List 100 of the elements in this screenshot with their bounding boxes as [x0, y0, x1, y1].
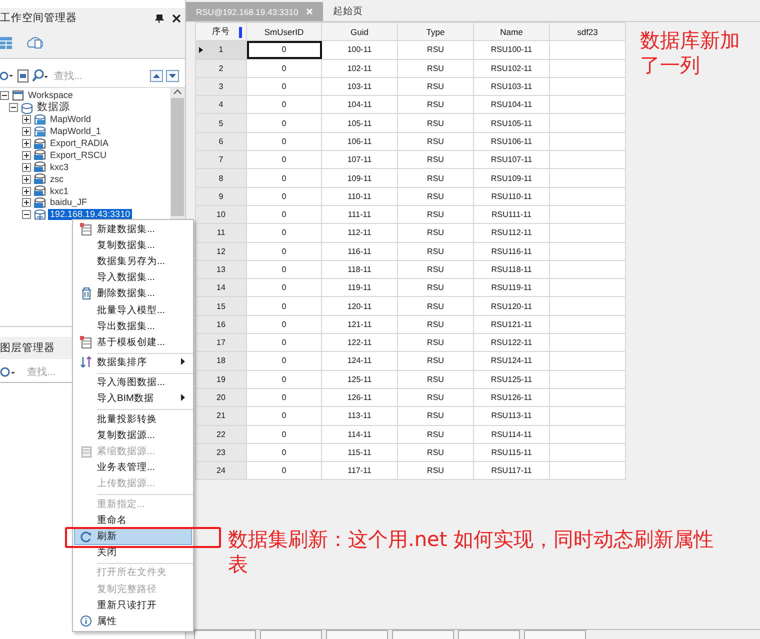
- menu-item[interactable]: 基于模板创建...: [74, 334, 192, 350]
- menu-item[interactable]: 批量导入模型...: [74, 302, 192, 318]
- menu-item[interactable]: 删除数据集...: [74, 286, 192, 302]
- menu-item[interactable]: 数据集另存为...: [74, 253, 192, 270]
- menu-item[interactable]: 导入BIM数据: [74, 390, 192, 408]
- tree-item[interactable]: MapWorld: [48, 114, 93, 126]
- document-icon[interactable]: [17, 69, 29, 83]
- table-cell: RSU: [398, 205, 474, 224]
- table-icon[interactable]: [0, 35, 13, 51]
- row-header[interactable]: 8: [196, 168, 246, 188]
- tree-item[interactable]: MapWorld_1: [48, 126, 103, 138]
- expand-icon[interactable]: [22, 150, 31, 160]
- expand-icon[interactable]: [22, 139, 31, 148]
- search-icon[interactable]: [32, 69, 49, 83]
- menu-item[interactable]: 导入海图数据...: [74, 374, 192, 391]
- search-field[interactable]: 查找...: [25, 366, 69, 378]
- scrollbar-thumb[interactable]: [171, 98, 184, 216]
- submenu-arrow-icon: [181, 394, 185, 402]
- row-header[interactable]: 24: [196, 462, 246, 480]
- expand-icon[interactable]: [22, 198, 31, 208]
- arrow-up-icon[interactable]: [150, 70, 163, 82]
- table-cell: RSU: [398, 114, 474, 132]
- table-cell: 112-11: [322, 224, 398, 242]
- info-icon: [80, 614, 92, 628]
- column-header[interactable]: Guid: [322, 22, 398, 41]
- expand-icon[interactable]: [22, 174, 31, 184]
- database-icon: [34, 185, 46, 198]
- row-header[interactable]: 22: [196, 425, 246, 444]
- dropdown-icon[interactable]: [0, 69, 14, 83]
- row-header[interactable]: 18: [196, 352, 246, 370]
- menu-item[interactable]: 业务表管理...: [74, 460, 192, 476]
- row-header[interactable]: 19: [196, 370, 246, 388]
- document-tab[interactable]: 起始页: [323, 2, 374, 21]
- row-header[interactable]: 2: [196, 59, 246, 78]
- collapse-icon[interactable]: [9, 103, 18, 112]
- row-header[interactable]: 20: [196, 388, 246, 407]
- table-cell: RSU125-11: [474, 370, 550, 388]
- cloud-icon[interactable]: [27, 35, 43, 51]
- tree-item[interactable]: kxc1: [48, 186, 71, 197]
- menu-item[interactable]: 复制数据集...: [74, 237, 192, 254]
- menu-item[interactable]: 刷新: [74, 528, 192, 545]
- row-header[interactable]: 23: [196, 443, 246, 462]
- table-cell: RSU120-11: [474, 296, 550, 316]
- column-header[interactable]: 序号: [196, 22, 246, 41]
- row-header[interactable]: 1: [196, 40, 246, 60]
- row-header[interactable]: 6: [196, 132, 246, 151]
- menu-item[interactable]: 批量投影转换: [74, 411, 192, 428]
- table-cell: 0: [246, 168, 322, 188]
- row-header[interactable]: 4: [196, 96, 246, 114]
- table-cell: 0: [246, 388, 322, 407]
- menu-item[interactable]: 属性: [74, 613, 192, 630]
- menu-item[interactable]: 重命名: [74, 512, 192, 528]
- row-header[interactable]: 3: [196, 77, 246, 96]
- menu-item[interactable]: 导出数据集...: [74, 318, 192, 334]
- collapse-icon[interactable]: [22, 210, 31, 220]
- database-icon: [34, 173, 46, 186]
- column-header[interactable]: Name: [474, 22, 550, 41]
- tree-item[interactable]: Export_RADIA: [48, 138, 111, 149]
- tree-item[interactable]: 数据源: [35, 102, 72, 114]
- tree-item[interactable]: baidu_JF: [48, 197, 90, 208]
- column-header[interactable]: SmUserID: [246, 22, 322, 41]
- tree-item[interactable]: Export_RSCU: [48, 150, 109, 161]
- row-header[interactable]: 15: [196, 296, 246, 316]
- row-header[interactable]: 5: [196, 114, 246, 132]
- row-header[interactable]: 14: [196, 278, 246, 297]
- search-field[interactable]: 查找...: [52, 70, 147, 82]
- table-cell: 0: [246, 187, 322, 206]
- row-header[interactable]: 11: [196, 224, 246, 242]
- arrow-down-icon[interactable]: [166, 70, 179, 82]
- menu-item[interactable]: 关闭: [74, 544, 192, 561]
- tree-item[interactable]: kxc3: [48, 162, 71, 173]
- menu-item[interactable]: 导入数据集...: [74, 270, 192, 286]
- row-header[interactable]: 9: [196, 187, 246, 206]
- row-header[interactable]: 10: [196, 205, 246, 224]
- expand-icon[interactable]: [22, 127, 31, 136]
- row-header[interactable]: 17: [196, 334, 246, 352]
- expand-icon[interactable]: [22, 162, 31, 172]
- row-header[interactable]: 13: [196, 260, 246, 279]
- table-cell: RSU: [398, 370, 474, 388]
- close-icon[interactable]: [172, 14, 181, 22]
- column-header[interactable]: sdf23: [550, 22, 626, 41]
- search-icon[interactable]: [0, 366, 16, 378]
- scroll-up-icon[interactable]: [173, 88, 182, 96]
- tree-item[interactable]: zsc: [48, 174, 66, 185]
- row-header[interactable]: 7: [196, 150, 246, 169]
- menu-item[interactable]: 新建数据集...: [74, 221, 192, 238]
- expand-icon[interactable]: [22, 186, 31, 196]
- row-header[interactable]: 21: [196, 406, 246, 426]
- table-cell: 104-11: [322, 96, 398, 114]
- tree-item[interactable]: Workspace: [26, 90, 75, 102]
- row-header[interactable]: 12: [196, 242, 246, 260]
- menu-item[interactable]: 数据集排序: [74, 354, 192, 371]
- collapse-icon[interactable]: [0, 91, 9, 100]
- menu-item[interactable]: 复制数据源...: [74, 427, 192, 444]
- row-header[interactable]: 16: [196, 315, 246, 334]
- tree-item[interactable]: 192.168.19.43:3310: [48, 209, 132, 220]
- menu-item[interactable]: 重新只读打开: [74, 597, 192, 614]
- column-header[interactable]: Type: [398, 22, 474, 41]
- pin-icon[interactable]: [155, 14, 164, 22]
- expand-icon[interactable]: [22, 115, 31, 124]
